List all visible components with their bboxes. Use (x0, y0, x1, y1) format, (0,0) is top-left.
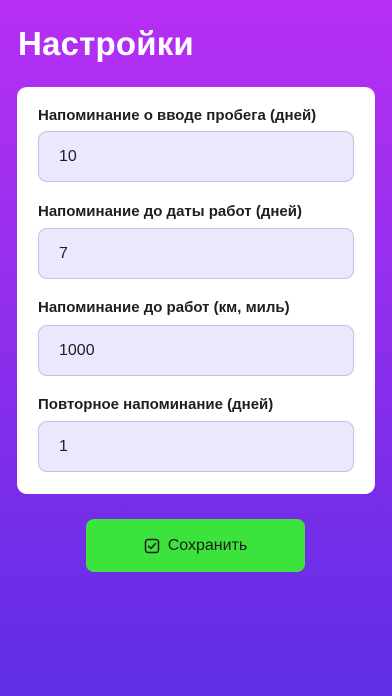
repeat-reminder-input[interactable] (38, 421, 354, 472)
page-title: Настройки (18, 25, 194, 62)
settings-card: Напоминание о вводе пробега (дней) Напом… (17, 87, 375, 494)
work-distance-reminder-label: Напоминание до работ (км, миль) (38, 299, 290, 316)
save-button-label: Сохранить (167, 536, 248, 554)
mileage-reminder-label: Напоминание о вводе пробега (дней) (38, 107, 317, 124)
work-date-reminder-label: Напоминание до даты работ (дней) (38, 203, 302, 220)
save-button[interactable]: Сохранить (86, 519, 305, 572)
mileage-reminder-input[interactable] (38, 131, 354, 182)
checkbox-checked-icon (144, 538, 160, 554)
work-date-reminder-input[interactable] (38, 228, 354, 279)
work-distance-reminder-input[interactable] (38, 325, 354, 376)
repeat-reminder-label: Повторное напоминание (дней) (38, 396, 274, 413)
